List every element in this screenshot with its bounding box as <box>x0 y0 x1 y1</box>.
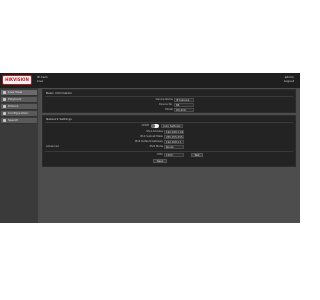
ipv4-address-label: IPv4 Address <box>146 130 163 133</box>
auto-settings-field[interactable]: Auto Settings <box>161 124 183 128</box>
save-button[interactable]: Save <box>153 159 167 163</box>
device-name-label: Device Name <box>155 98 173 101</box>
mtu-label: MTU <box>157 153 163 156</box>
model-field[interactable]: DS-2CD <box>174 108 194 112</box>
subnet-mask-label: IPv4 Subnet Mask <box>139 135 163 138</box>
dhcp-toggle[interactable] <box>151 124 159 128</box>
gateway-field[interactable]: 192.168.1.1 <box>164 140 184 144</box>
sidebar-item-configuration[interactable]: Configuration <box>1 111 37 117</box>
sidebar-item-label: Live View <box>8 90 23 94</box>
panel-title: Basic Information <box>46 91 73 95</box>
device-sub: Live <box>37 79 44 83</box>
test-button[interactable]: Test <box>191 153 203 157</box>
sidebar-item-live-view[interactable]: Live View <box>1 90 37 96</box>
sidebar-item-label: Picture <box>8 104 19 108</box>
device-name-field[interactable]: IP Camera <box>174 98 194 102</box>
sidebar-item-label: Playback <box>8 97 22 101</box>
gear-icon <box>3 112 6 115</box>
device-no-field[interactable]: 88 <box>174 103 194 107</box>
logo-text: HIKVISION <box>5 77 29 82</box>
divider <box>45 151 293 152</box>
sidebar-item-playback[interactable]: Playback <box>1 97 37 103</box>
sidebar: Live View Playback Picture Configuration… <box>0 88 38 223</box>
ipv4-address-field[interactable]: 192.168.1.64 <box>164 130 184 134</box>
ipv6-mode-field[interactable]: Route <box>164 145 184 149</box>
camera-icon <box>3 91 6 94</box>
divider <box>45 96 293 97</box>
gateway-label: IPv4 Default Gateway <box>134 140 163 143</box>
logout-link[interactable]: Logout <box>284 79 294 83</box>
model-label: Model <box>165 108 173 111</box>
device-info: IP Cam Live <box>37 75 48 83</box>
basic-info-panel: Basic Information Device Name IP Camera … <box>42 89 296 113</box>
search-icon <box>3 119 6 122</box>
sidebar-item-picture[interactable]: Picture <box>1 104 37 110</box>
user-area: admin Logout <box>284 75 294 83</box>
top-header: HIKVISION IP Cam Live admin Logout <box>0 73 300 88</box>
advanced-label: Advanced <box>46 145 59 148</box>
brand-logo[interactable]: HIKVISION <box>2 75 32 85</box>
dhcp-label: DHCP <box>141 124 149 127</box>
device-no-label: Device No. <box>158 103 173 106</box>
panel-title: Network Settings <box>46 117 72 121</box>
toggle-knob <box>151 124 155 128</box>
main-content: Basic Information Device Name IP Camera … <box>40 88 300 223</box>
app-window: HIKVISION IP Cam Live admin Logout Live … <box>0 73 300 223</box>
divider <box>45 122 293 123</box>
image-icon <box>3 105 6 108</box>
play-icon <box>3 98 6 101</box>
ipv6-mode-label: IPv6 Mode <box>149 145 163 148</box>
mtu-field[interactable]: 1500 <box>164 153 184 157</box>
network-panel: Network Settings DHCP Auto Settings IPv4… <box>42 115 296 167</box>
sidebar-item-label: Search <box>8 118 19 122</box>
sidebar-item-search[interactable]: Search <box>1 118 37 124</box>
sidebar-item-label: Configuration <box>8 111 29 115</box>
subnet-mask-field[interactable]: 255.255.255.0 <box>164 135 184 139</box>
